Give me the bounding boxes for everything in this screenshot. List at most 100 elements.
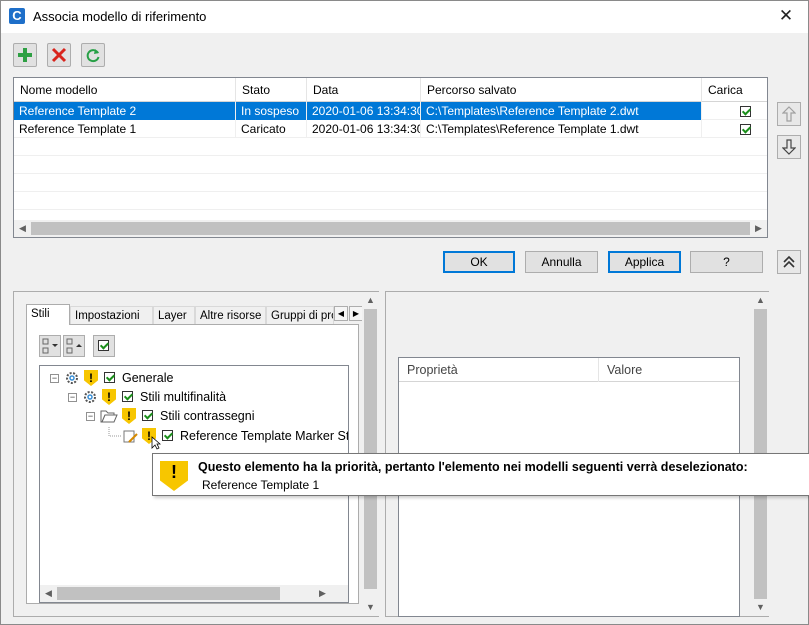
gear-settings-icon [84, 391, 96, 403]
empty-row [14, 192, 767, 210]
tree-item-reference-template-marker-style[interactable]: Reference Template Marker Style [40, 427, 349, 450]
ok-button[interactable]: OK [443, 251, 515, 273]
grid-horizontal-scrollbar[interactable]: ◀ ▶ [14, 220, 767, 237]
dialog-window: C Associa modello di riferimento ✕ Nome … [0, 0, 809, 625]
collapse-node-icon[interactable]: − [86, 412, 95, 421]
cell-name: Reference Template 2 [14, 102, 236, 120]
scrollbar-thumb[interactable] [31, 222, 750, 235]
tree-item-label: Stili multifinalità [140, 390, 227, 404]
collapse-all-button[interactable] [63, 335, 85, 357]
mouse-cursor-icon [151, 436, 161, 450]
tab-scroll-right-icon[interactable]: ▶ [349, 306, 363, 321]
window-title: Associa modello di riferimento [33, 9, 207, 24]
grid-header: Nome modello Stato Data Percorso salvato… [14, 78, 767, 102]
empty-row [14, 156, 767, 174]
plus-icon [18, 48, 32, 62]
tree-checkbox[interactable] [122, 391, 133, 402]
double-chevron-up-icon [783, 255, 795, 268]
tab-impostazioni[interactable]: Impostazioni [70, 306, 153, 324]
app-logo-icon: C [9, 8, 25, 24]
cell-path: C:\Templates\Reference Template 1.dwt [421, 120, 702, 138]
help-button[interactable]: ? [690, 251, 763, 273]
cell-date: 2020-01-06 13:34:30 [307, 102, 421, 120]
check-all-icon [98, 340, 109, 351]
column-header-status[interactable]: Stato [236, 78, 307, 102]
collapse-tree-icon [66, 338, 82, 354]
warning-shield-icon [160, 461, 188, 491]
scroll-up-arrow-icon[interactable]: ▲ [362, 292, 379, 309]
refresh-button[interactable] [81, 43, 105, 67]
close-button[interactable]: ✕ [774, 5, 798, 27]
properties-header: Proprietà Valore [399, 358, 739, 382]
tab-stili[interactable]: Stili [26, 304, 70, 325]
move-up-button[interactable] [777, 102, 801, 126]
warning-shield-icon [122, 408, 136, 424]
scroll-down-arrow-icon[interactable]: ▼ [752, 599, 769, 616]
collapse-button[interactable] [777, 250, 801, 274]
arrow-down-icon [781, 139, 797, 155]
scroll-left-arrow-icon[interactable]: ◀ [14, 220, 31, 237]
folder-open-icon [100, 410, 118, 423]
empty-row [14, 138, 767, 156]
title-bar: C Associa modello di riferimento ✕ [1, 1, 808, 33]
remove-template-button[interactable] [47, 43, 71, 67]
tree-item-stili-multifinalita[interactable]: − Stili multifinalità [40, 388, 348, 406]
collapse-node-icon[interactable]: − [68, 393, 77, 402]
expand-all-button[interactable] [39, 335, 61, 357]
delete-x-icon [51, 47, 67, 63]
marker-style-icon [123, 430, 138, 443]
tree-checkbox[interactable] [162, 430, 173, 441]
scroll-down-arrow-icon[interactable]: ▼ [362, 599, 379, 616]
cell-status: In sospeso [236, 102, 307, 120]
tree-checkbox[interactable] [104, 372, 115, 383]
tree-item-label: Generale [122, 371, 174, 385]
cancel-button[interactable]: Annulla [525, 251, 598, 273]
load-checkbox[interactable] [740, 124, 751, 136]
cell-name: Reference Template 1 [14, 120, 236, 138]
tree-item-stili-contrassegni[interactable]: − Stili contrassegni [40, 407, 348, 425]
tooltip-body: Reference Template 1 [202, 478, 320, 492]
column-header-property[interactable]: Proprietà [399, 358, 599, 382]
scroll-right-arrow-icon[interactable]: ▶ [750, 220, 767, 237]
tree-horizontal-scrollbar[interactable]: ◀ ▶ [40, 585, 348, 602]
cell-load [702, 102, 767, 120]
apply-button[interactable]: Applica [608, 251, 681, 273]
cell-load [702, 120, 767, 138]
templates-grid: Nome modello Stato Data Percorso salvato… [13, 77, 768, 238]
scrollbar-thumb[interactable] [364, 309, 377, 589]
scroll-left-arrow-icon[interactable]: ◀ [40, 585, 57, 602]
column-header-path[interactable]: Percorso salvato [421, 78, 702, 102]
tooltip-title: Questo elemento ha la priorità, pertanto… [198, 460, 748, 474]
warning-shield-icon [84, 370, 98, 386]
tree-item-label: Stili contrassegni [160, 409, 255, 423]
tree-item-label: Reference Template Marker Style [180, 429, 349, 443]
add-template-button[interactable] [13, 43, 37, 67]
column-header-date[interactable]: Data [307, 78, 421, 102]
table-row[interactable]: Reference Template 2 In sospeso 2020-01-… [14, 102, 767, 120]
scroll-up-arrow-icon[interactable]: ▲ [752, 292, 769, 309]
cell-status: Caricato [236, 120, 307, 138]
column-header-load[interactable]: Carica [702, 78, 767, 102]
priority-tooltip: Questo elemento ha la priorità, pertanto… [152, 453, 809, 496]
column-header-name[interactable]: Nome modello [14, 78, 236, 102]
scrollbar-corner [331, 585, 348, 602]
move-down-button[interactable] [777, 135, 801, 159]
expand-tree-icon [42, 338, 58, 354]
scrollbar-thumb[interactable] [57, 587, 280, 600]
tab-altre-risorse[interactable]: Altre risorse [195, 306, 266, 324]
tree-item-generale[interactable]: − Generale [40, 369, 348, 387]
collapse-node-icon[interactable]: − [50, 374, 59, 383]
check-all-button[interactable] [93, 335, 115, 357]
tree-checkbox[interactable] [142, 410, 153, 421]
arrow-up-icon [781, 106, 797, 122]
table-row[interactable]: Reference Template 1 Caricato 2020-01-06… [14, 120, 767, 138]
tab-gruppi[interactable]: Gruppi di pro [266, 306, 334, 324]
tab-layer[interactable]: Layer [153, 306, 195, 324]
refresh-icon [86, 49, 100, 63]
cell-path: C:\Templates\Reference Template 2.dwt [421, 102, 702, 120]
tab-scroll-left-icon[interactable]: ◀ [334, 306, 348, 321]
empty-row [14, 174, 767, 192]
load-checkbox[interactable] [740, 106, 751, 118]
scroll-right-arrow-icon[interactable]: ▶ [314, 585, 331, 602]
column-header-value[interactable]: Valore [599, 358, 739, 382]
